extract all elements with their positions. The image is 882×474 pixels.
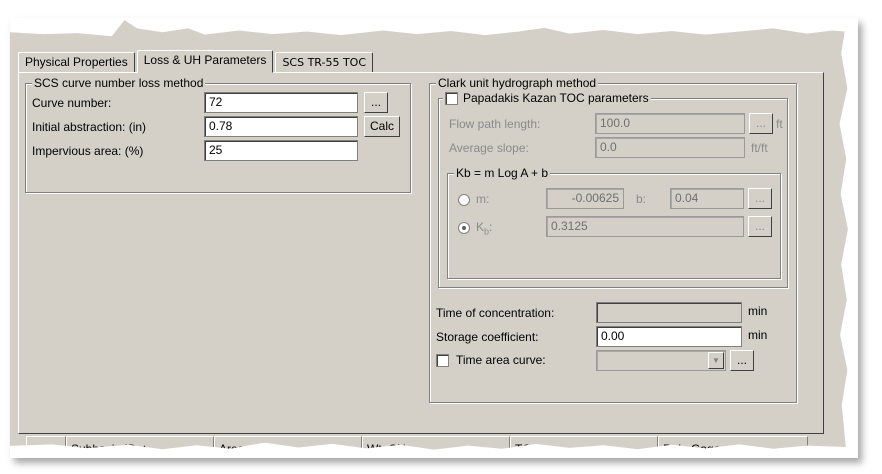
scs-group-title: SCS curve number loss method	[32, 76, 206, 90]
kb-input[interactable]: 0.3125	[546, 216, 744, 237]
b-browse-button[interactable]: ...	[748, 188, 772, 209]
kb-radio[interactable]	[458, 222, 470, 234]
curve-number-input[interactable]: 72	[204, 92, 358, 113]
m-input[interactable]: -0.00625	[546, 188, 624, 209]
storage-coefficient-label: Storage coefficient:	[436, 330, 539, 344]
tab-scs-tr55-toc[interactable]: SCS TR-55 TOC	[275, 52, 374, 72]
papadakis-checkbox[interactable]	[445, 91, 458, 105]
storage-coefficient-input[interactable]: 0.00	[596, 326, 742, 347]
torn-edge-right	[839, 18, 858, 458]
toc-unit: min	[748, 304, 768, 318]
kb-label: Kb:	[476, 220, 492, 236]
kb-browse-button[interactable]: ...	[748, 216, 772, 237]
average-slope-unit: ft/ft	[751, 141, 768, 155]
time-of-concentration-input[interactable]	[596, 302, 742, 323]
tab-page-loss-uh: SCS curve number loss method Curve numbe…	[18, 72, 824, 434]
kb-label-main: K	[476, 220, 485, 234]
papadakis-title-row: Papadakis Kazan TOC parameters	[443, 91, 651, 105]
kb-label-suffix: :	[489, 220, 493, 234]
flow-path-browse-button[interactable]: ...	[749, 113, 773, 134]
curve-number-browse-button[interactable]: ...	[364, 92, 388, 113]
subbasin-dialog: Physical Properties Loss & UH Parameters…	[10, 18, 858, 458]
curve-number-label: Curve number:	[32, 96, 112, 110]
b-input[interactable]: 0.04	[670, 188, 744, 209]
flow-path-unit: ft	[776, 117, 783, 131]
impervious-area-label: Impervious area: (%)	[32, 144, 144, 158]
calc-button[interactable]: Calc	[364, 116, 400, 137]
flow-path-length-label: Flow path length:	[449, 117, 541, 131]
time-area-curve-checkbox[interactable]	[436, 354, 449, 367]
clark-group-title: Clark unit hydrograph method	[436, 76, 599, 90]
tab-loss-uh-parameters[interactable]: Loss & UH Parameters	[136, 50, 274, 73]
time-area-browse-button[interactable]: ...	[730, 350, 754, 371]
time-area-curve-label: Time area curve:	[456, 353, 546, 367]
papadakis-title: Papadakis Kazan TOC parameters	[463, 91, 649, 105]
initial-abstraction-input[interactable]: 0.78	[204, 116, 358, 137]
time-area-curve-select[interactable]	[596, 350, 726, 371]
tab-strip: Physical Properties Loss & UH Parameters…	[18, 50, 375, 73]
m-label: m:	[476, 192, 490, 206]
time-of-concentration-label: Time of concentration:	[436, 306, 555, 320]
m-radio[interactable]	[458, 194, 470, 206]
chevron-down-icon[interactable]: ▼	[708, 352, 724, 369]
storage-unit: min	[748, 328, 768, 342]
flow-path-length-input[interactable]: 100.0	[595, 113, 745, 134]
papadakis-kazan-group: Papadakis Kazan TOC parameters Flow path…	[438, 91, 788, 288]
tab-physical-properties[interactable]: Physical Properties	[18, 52, 135, 72]
impervious-area-input[interactable]: 25	[204, 140, 358, 161]
kb-equation-title: Kb = m Log A + b	[454, 166, 551, 180]
kb-equation-group: Kb = m Log A + b m: -0.00625 b: 0.04 ...…	[447, 166, 781, 279]
torn-edge-top	[10, 18, 858, 37]
initial-abstraction-label: Initial abstraction: (in)	[32, 120, 147, 134]
average-slope-label: Average slope:	[449, 141, 529, 155]
clark-uh-group: Clark unit hydrograph method Papadakis K…	[429, 76, 797, 403]
scs-curve-number-group: SCS curve number loss method Curve numbe…	[25, 76, 411, 193]
tab-scs-tr55-toc-label: SCS TR-55 TOC	[282, 56, 367, 69]
b-label: b:	[636, 192, 647, 206]
average-slope-input[interactable]: 0.0	[595, 137, 745, 158]
